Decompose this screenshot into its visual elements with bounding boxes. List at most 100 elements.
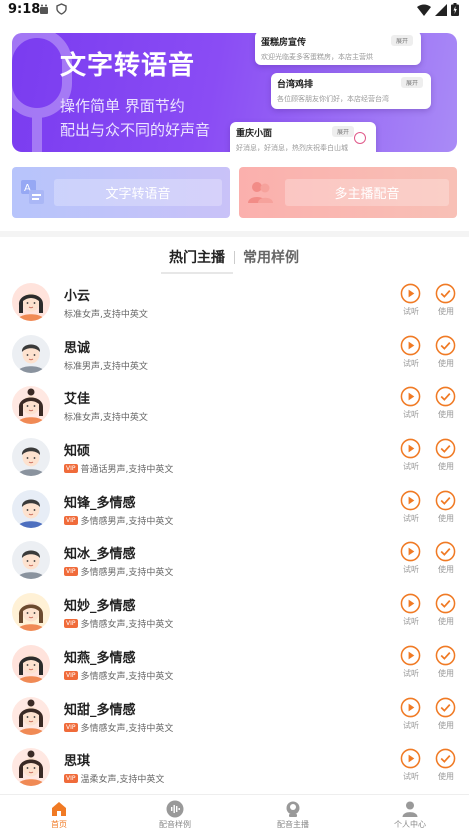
use-button[interactable]: 使用: [435, 438, 457, 472]
avatar: [12, 386, 50, 425]
preview-button[interactable]: 试听: [400, 386, 422, 420]
preview-button[interactable]: 试听: [400, 283, 422, 317]
play-icon: [400, 335, 422, 356]
use-button[interactable]: 使用: [435, 283, 457, 317]
banner-subtitle-1: 操作简单 界面节约: [60, 97, 185, 115]
sound-wave-icon: [166, 800, 184, 818]
voice-row[interactable]: 知硕 VIP 普通话男声,支持中英文 试听 使用: [0, 432, 469, 484]
group-people-icon: [248, 182, 273, 203]
voice-name: 思琪: [64, 754, 91, 770]
use-button[interactable]: 使用: [435, 386, 457, 420]
check-circle-icon: [435, 541, 457, 562]
play-icon: [400, 645, 422, 666]
voice-desc-text: 温柔女声,支持中英文: [80, 775, 165, 786]
play-icon: [400, 541, 422, 562]
check-circle-icon: [435, 335, 457, 356]
battery-icon: [451, 3, 459, 16]
voice-row[interactable]: 知锋_多情感 VIP 多情感男声,支持中英文 试听 使用: [0, 484, 469, 536]
check-circle-icon: [435, 593, 457, 614]
preview-button[interactable]: 试听: [400, 645, 422, 679]
voice-row[interactable]: 知冰_多情感 VIP 多情感男声,支持中英文 试听 使用: [0, 535, 469, 587]
voice-desc-text: 标准女声,支持中英文: [64, 310, 148, 320]
use-button[interactable]: 使用: [435, 490, 457, 524]
voice-name: 知燕_多情感: [64, 650, 136, 666]
use-button[interactable]: 使用: [435, 645, 457, 679]
text-to-speech-button[interactable]: A 文字转语音: [12, 167, 230, 218]
nav-samples-label: 配音样例: [159, 820, 191, 829]
nav-home[interactable]: 首页: [19, 800, 99, 830]
preview-label: 试听: [403, 462, 419, 472]
avatar: [12, 334, 50, 373]
preview-button[interactable]: 试听: [400, 490, 422, 524]
use-label: 使用: [438, 617, 454, 627]
preview-label: 试听: [403, 617, 419, 627]
voice-name: 知硕: [64, 444, 91, 460]
check-circle-icon: [435, 748, 457, 769]
voice-desc-text: 标准男声,支持中英文: [64, 361, 148, 372]
promo-banner[interactable]: 文字转语音 操作简单 界面节约 配出与众不同的好声音 蛋糕房宣传 欢迎光临麦多客…: [12, 33, 457, 152]
voice-desc-text: 普通话男声,支持中英文: [80, 465, 174, 476]
use-button[interactable]: 使用: [435, 593, 457, 627]
preview-button[interactable]: 试听: [400, 438, 422, 472]
check-circle-icon: [435, 386, 457, 407]
voice-row[interactable]: 思琪 VIP 温柔女声,支持中英文 试听 使用: [0, 742, 469, 794]
preview-button[interactable]: 试听: [400, 748, 422, 782]
voice-row[interactable]: 小云标准女声,支持中英文 试听 使用: [0, 277, 469, 329]
preview-label: 试听: [403, 307, 419, 316]
use-button[interactable]: 使用: [435, 335, 457, 369]
play-icon: [400, 386, 422, 407]
voice-row[interactable]: 思诚标准男声,支持中英文 试听 使用: [0, 329, 469, 381]
vip-badge: VIP: [64, 567, 78, 577]
voice-name: 艾佳: [64, 392, 91, 408]
preview-label: 试听: [403, 565, 419, 575]
android-debug-icon: [40, 4, 48, 14]
preview-button[interactable]: 试听: [400, 541, 422, 575]
vip-badge: VIP: [64, 774, 78, 784]
use-button[interactable]: 使用: [435, 697, 457, 731]
voice-desc-text: 多情感女声,支持中英文: [80, 671, 174, 682]
preview-label: 试听: [403, 358, 419, 368]
nav-anchors[interactable]: 配音主播: [253, 800, 333, 830]
banner-card-text: 各位顾客朋友你们好，本店经营台湾: [277, 95, 389, 103]
preview-button[interactable]: 试听: [400, 593, 422, 627]
check-circle-icon: [435, 645, 457, 666]
voice-name: 小云: [64, 289, 91, 304]
voice-description: VIP 普通话男声,支持中英文: [64, 462, 173, 475]
check-circle-icon: [435, 490, 457, 511]
voice-row[interactable]: 知妙_多情感 VIP 多情感女声,支持中英文 试听 使用: [0, 587, 469, 639]
preview-button[interactable]: 试听: [400, 697, 422, 731]
voice-row[interactable]: 知燕_多情感 VIP 多情感女声,支持中英文 试听 使用: [0, 639, 469, 691]
tab-common-samples[interactable]: 常用样例: [243, 247, 299, 267]
multi-anchor-dub-button[interactable]: 多主播配音: [239, 167, 457, 218]
voice-description: VIP 多情感女声,支持中英文: [64, 617, 173, 630]
voice-desc-text: 多情感男声,支持中英文: [80, 516, 174, 527]
shield-icon: [56, 3, 67, 15]
play-icon: [400, 593, 422, 614]
nav-profile[interactable]: 个人中心: [370, 800, 450, 830]
nav-samples[interactable]: 配音样例: [135, 800, 215, 830]
voice-description: VIP 温柔女声,支持中英文: [64, 772, 164, 785]
voice-name: 知甜_多情感: [64, 702, 136, 718]
use-label: 使用: [438, 307, 454, 316]
preview-label: 试听: [403, 720, 419, 730]
play-icon: [400, 748, 422, 769]
vip-badge: VIP: [64, 515, 78, 525]
bottom-nav: 首页 配音样例 配音主播 个人中心: [0, 794, 469, 834]
check-circle-icon: [435, 438, 457, 459]
preview-button[interactable]: 试听: [400, 335, 422, 369]
section-divider: [0, 231, 469, 237]
banner-subtitle-2: 配出与众不同的好声音: [60, 121, 211, 139]
voice-row[interactable]: 知甜_多情感 VIP 多情感女声,支持中英文 试听 使用: [0, 691, 469, 743]
play-icon: [400, 490, 422, 511]
tab-hot-anchors[interactable]: 热门主播: [169, 247, 225, 267]
use-button[interactable]: 使用: [435, 748, 457, 782]
avatar: [12, 748, 50, 787]
avatar: [12, 593, 50, 632]
voice-name: 思诚: [64, 340, 91, 356]
voice-description: VIP 多情感女声,支持中英文: [64, 669, 173, 682]
banner-card-badge: 展开: [400, 77, 423, 88]
status-bar: 9:18: [0, 0, 469, 20]
preview-label: 试听: [403, 410, 419, 420]
use-button[interactable]: 使用: [435, 541, 457, 575]
voice-row[interactable]: 艾佳 标准女声,支持中英文 试听 使用: [0, 380, 469, 432]
